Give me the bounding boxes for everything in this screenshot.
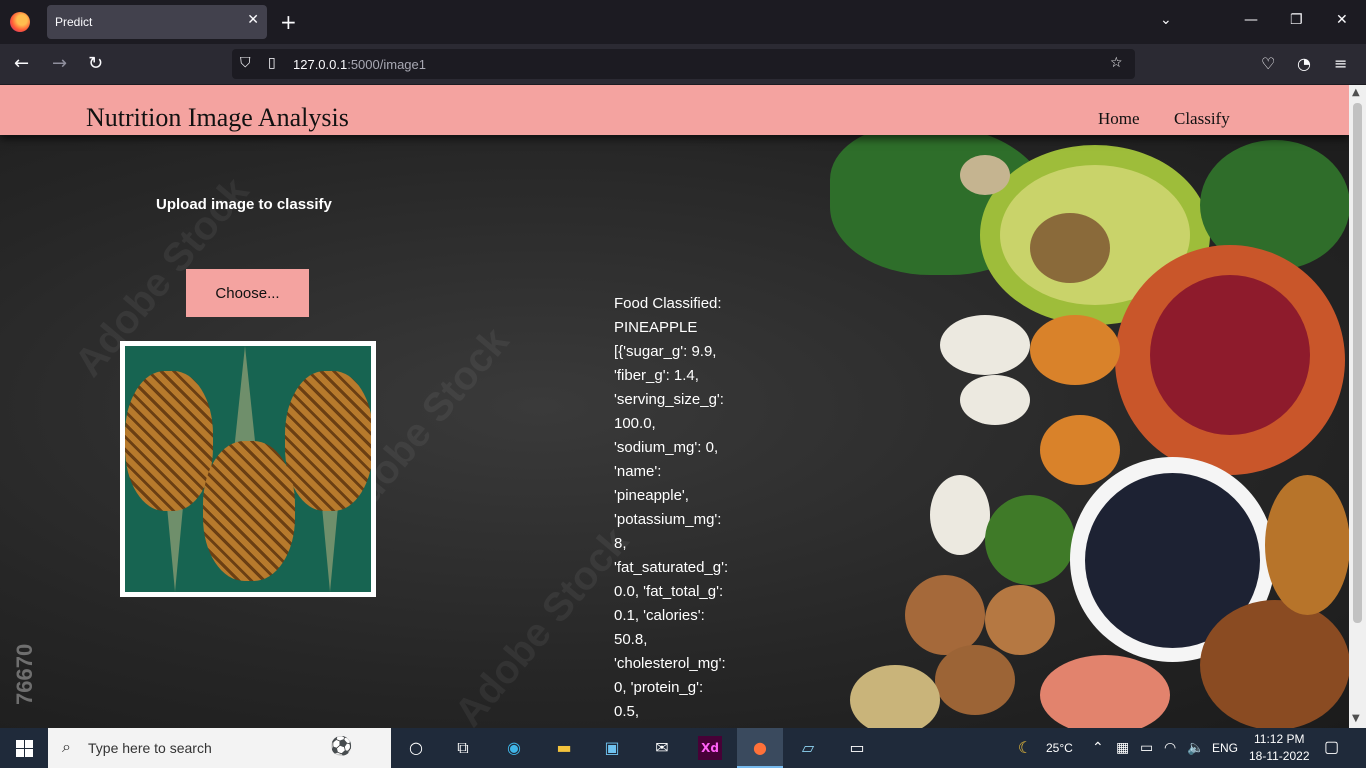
mail-icon[interactable]: ✉	[650, 736, 674, 760]
forward-icon[interactable]: →	[52, 53, 67, 74]
url-path: :5000/image1	[347, 57, 426, 72]
chevron-down-icon[interactable]: ⌄	[1160, 12, 1172, 28]
clock-time[interactable]: 11:12 PM	[1254, 732, 1304, 746]
result-line: 0.1, 'calories':	[614, 607, 705, 624]
nav-home-link[interactable]: Home	[1098, 109, 1140, 129]
search-placeholder: Type here to search	[88, 740, 212, 756]
shield-icon[interactable]: ⛉	[240, 55, 251, 71]
result-line: [{'sugar_g': 9.9,	[614, 343, 717, 360]
weather-temp[interactable]: 25°C	[1046, 741, 1073, 755]
result-line: PINEAPPLE	[614, 319, 698, 336]
account-icon[interactable]: ◔	[1297, 54, 1311, 73]
back-icon[interactable]: ←	[14, 53, 29, 74]
network-icon[interactable]: ▦	[1116, 739, 1129, 756]
search-icon: ⌕	[62, 737, 71, 756]
close-icon[interactable]: ✕	[247, 12, 259, 28]
terminal-icon[interactable]: ▭	[845, 736, 869, 760]
store-icon[interactable]: ▣	[600, 736, 624, 760]
minimize-icon[interactable]: —	[1244, 12, 1258, 28]
battery-icon[interactable]: ▭	[1140, 739, 1153, 756]
site-header: Nutrition Image Analysis Home Classify	[0, 85, 1349, 135]
result-line: 8,	[614, 535, 627, 552]
file-explorer-icon[interactable]: ▬	[552, 736, 576, 760]
scroll-up-icon[interactable]: ▲	[1352, 87, 1360, 98]
menu-icon[interactable]: ≡	[1334, 54, 1347, 73]
uploaded-image-preview	[120, 341, 376, 597]
browser-tab-strip: Predict ✕ + ⌄ — ❐ ✕	[0, 0, 1366, 44]
scroll-down-icon[interactable]: ▼	[1352, 713, 1360, 724]
language-indicator[interactable]: ENG	[1212, 741, 1238, 755]
nav-classify-link[interactable]: Classify	[1174, 109, 1230, 129]
windows-start-icon[interactable]	[16, 740, 33, 757]
scroll-thumb[interactable]	[1353, 103, 1362, 623]
chevron-up-icon[interactable]: ⌃	[1092, 739, 1104, 756]
site-title: Nutrition Image Analysis	[86, 103, 349, 132]
browser-tab[interactable]: Predict ✕	[47, 5, 267, 39]
result-line: 'potassium_mg':	[614, 511, 722, 528]
page-viewport: Adobe Stock Adobe Stock Adobe Stock 7667…	[0, 85, 1349, 728]
result-line: 50.8,	[614, 631, 648, 648]
watermark: Adobe Stock	[446, 519, 638, 728]
result-line: 'name':	[614, 463, 662, 480]
url-host: 127.0.0.1	[293, 57, 348, 72]
firefox-icon	[10, 12, 30, 32]
notification-icon[interactable]: ▢	[1324, 737, 1339, 757]
upload-label: Upload image to classify	[156, 196, 332, 213]
taskbar: ⌕ Type here to search ⚽ ○ ⧉ ◉ ▬ ▣ ✉ Xd ●…	[0, 728, 1366, 768]
weather-moon-icon[interactable]: ☾	[1013, 736, 1037, 760]
result-line: Food Classified:	[614, 295, 722, 312]
watermark-id: 76670	[12, 643, 37, 705]
result-line: 0.5,	[614, 703, 640, 720]
notepad-icon[interactable]: ▱	[796, 736, 820, 760]
new-tab-icon[interactable]: +	[280, 10, 297, 34]
clock-date[interactable]: 18-11-2022	[1249, 749, 1310, 763]
choose-file-button[interactable]: Choose...	[186, 269, 309, 317]
cortana-icon[interactable]: ○	[404, 736, 428, 760]
result-line: 'pineapple',	[614, 487, 689, 504]
reload-icon[interactable]: ↻	[88, 53, 103, 74]
adobe-xd-icon[interactable]: Xd	[698, 736, 722, 760]
firefox-taskbar-button[interactable]: ●	[737, 728, 783, 768]
tab-title: Predict	[55, 15, 93, 29]
volume-icon[interactable]: 🔈	[1187, 739, 1204, 756]
task-view-icon[interactable]: ⧉	[451, 736, 475, 760]
url-bar[interactable]: ⛉ ▯ 127.0.0.1:5000/image1 ☆	[232, 49, 1135, 79]
result-line: 100.0,	[614, 415, 656, 432]
result-line: 'cholesterol_mg':	[614, 655, 726, 672]
search-highlight-icon: ⚽	[330, 736, 353, 757]
scrollbar[interactable]: ▲ ▼	[1349, 85, 1366, 728]
firefox-icon: ●	[753, 738, 767, 757]
result-line: 0, 'protein_g':	[614, 679, 704, 696]
classification-result: Food Classified: PINEAPPLE [{'sugar_g': 9.…	[614, 292, 739, 724]
result-line: 0.0, 'fat_total_g':	[614, 583, 724, 600]
bookmark-star-icon[interactable]: ☆	[1110, 55, 1123, 71]
pineapple-image	[125, 346, 371, 592]
pocket-icon[interactable]: ♡	[1261, 54, 1275, 73]
taskbar-search[interactable]: ⌕ Type here to search ⚽	[48, 728, 391, 768]
result-line: 'serving_size_g':	[614, 391, 724, 408]
restore-icon[interactable]: ❐	[1290, 12, 1303, 28]
edge-icon[interactable]: ◉	[502, 736, 526, 760]
window-close-icon[interactable]: ✕	[1336, 12, 1348, 28]
page-icon[interactable]: ▯	[268, 55, 276, 71]
result-line: 'fat_saturated_g':	[614, 559, 729, 576]
result-line: 'sodium_mg': 0,	[614, 439, 719, 456]
wifi-icon[interactable]: ◠	[1164, 739, 1176, 756]
url-text[interactable]: 127.0.0.1:5000/image1	[293, 57, 426, 72]
result-line: 'fiber_g': 1.4,	[614, 367, 699, 384]
